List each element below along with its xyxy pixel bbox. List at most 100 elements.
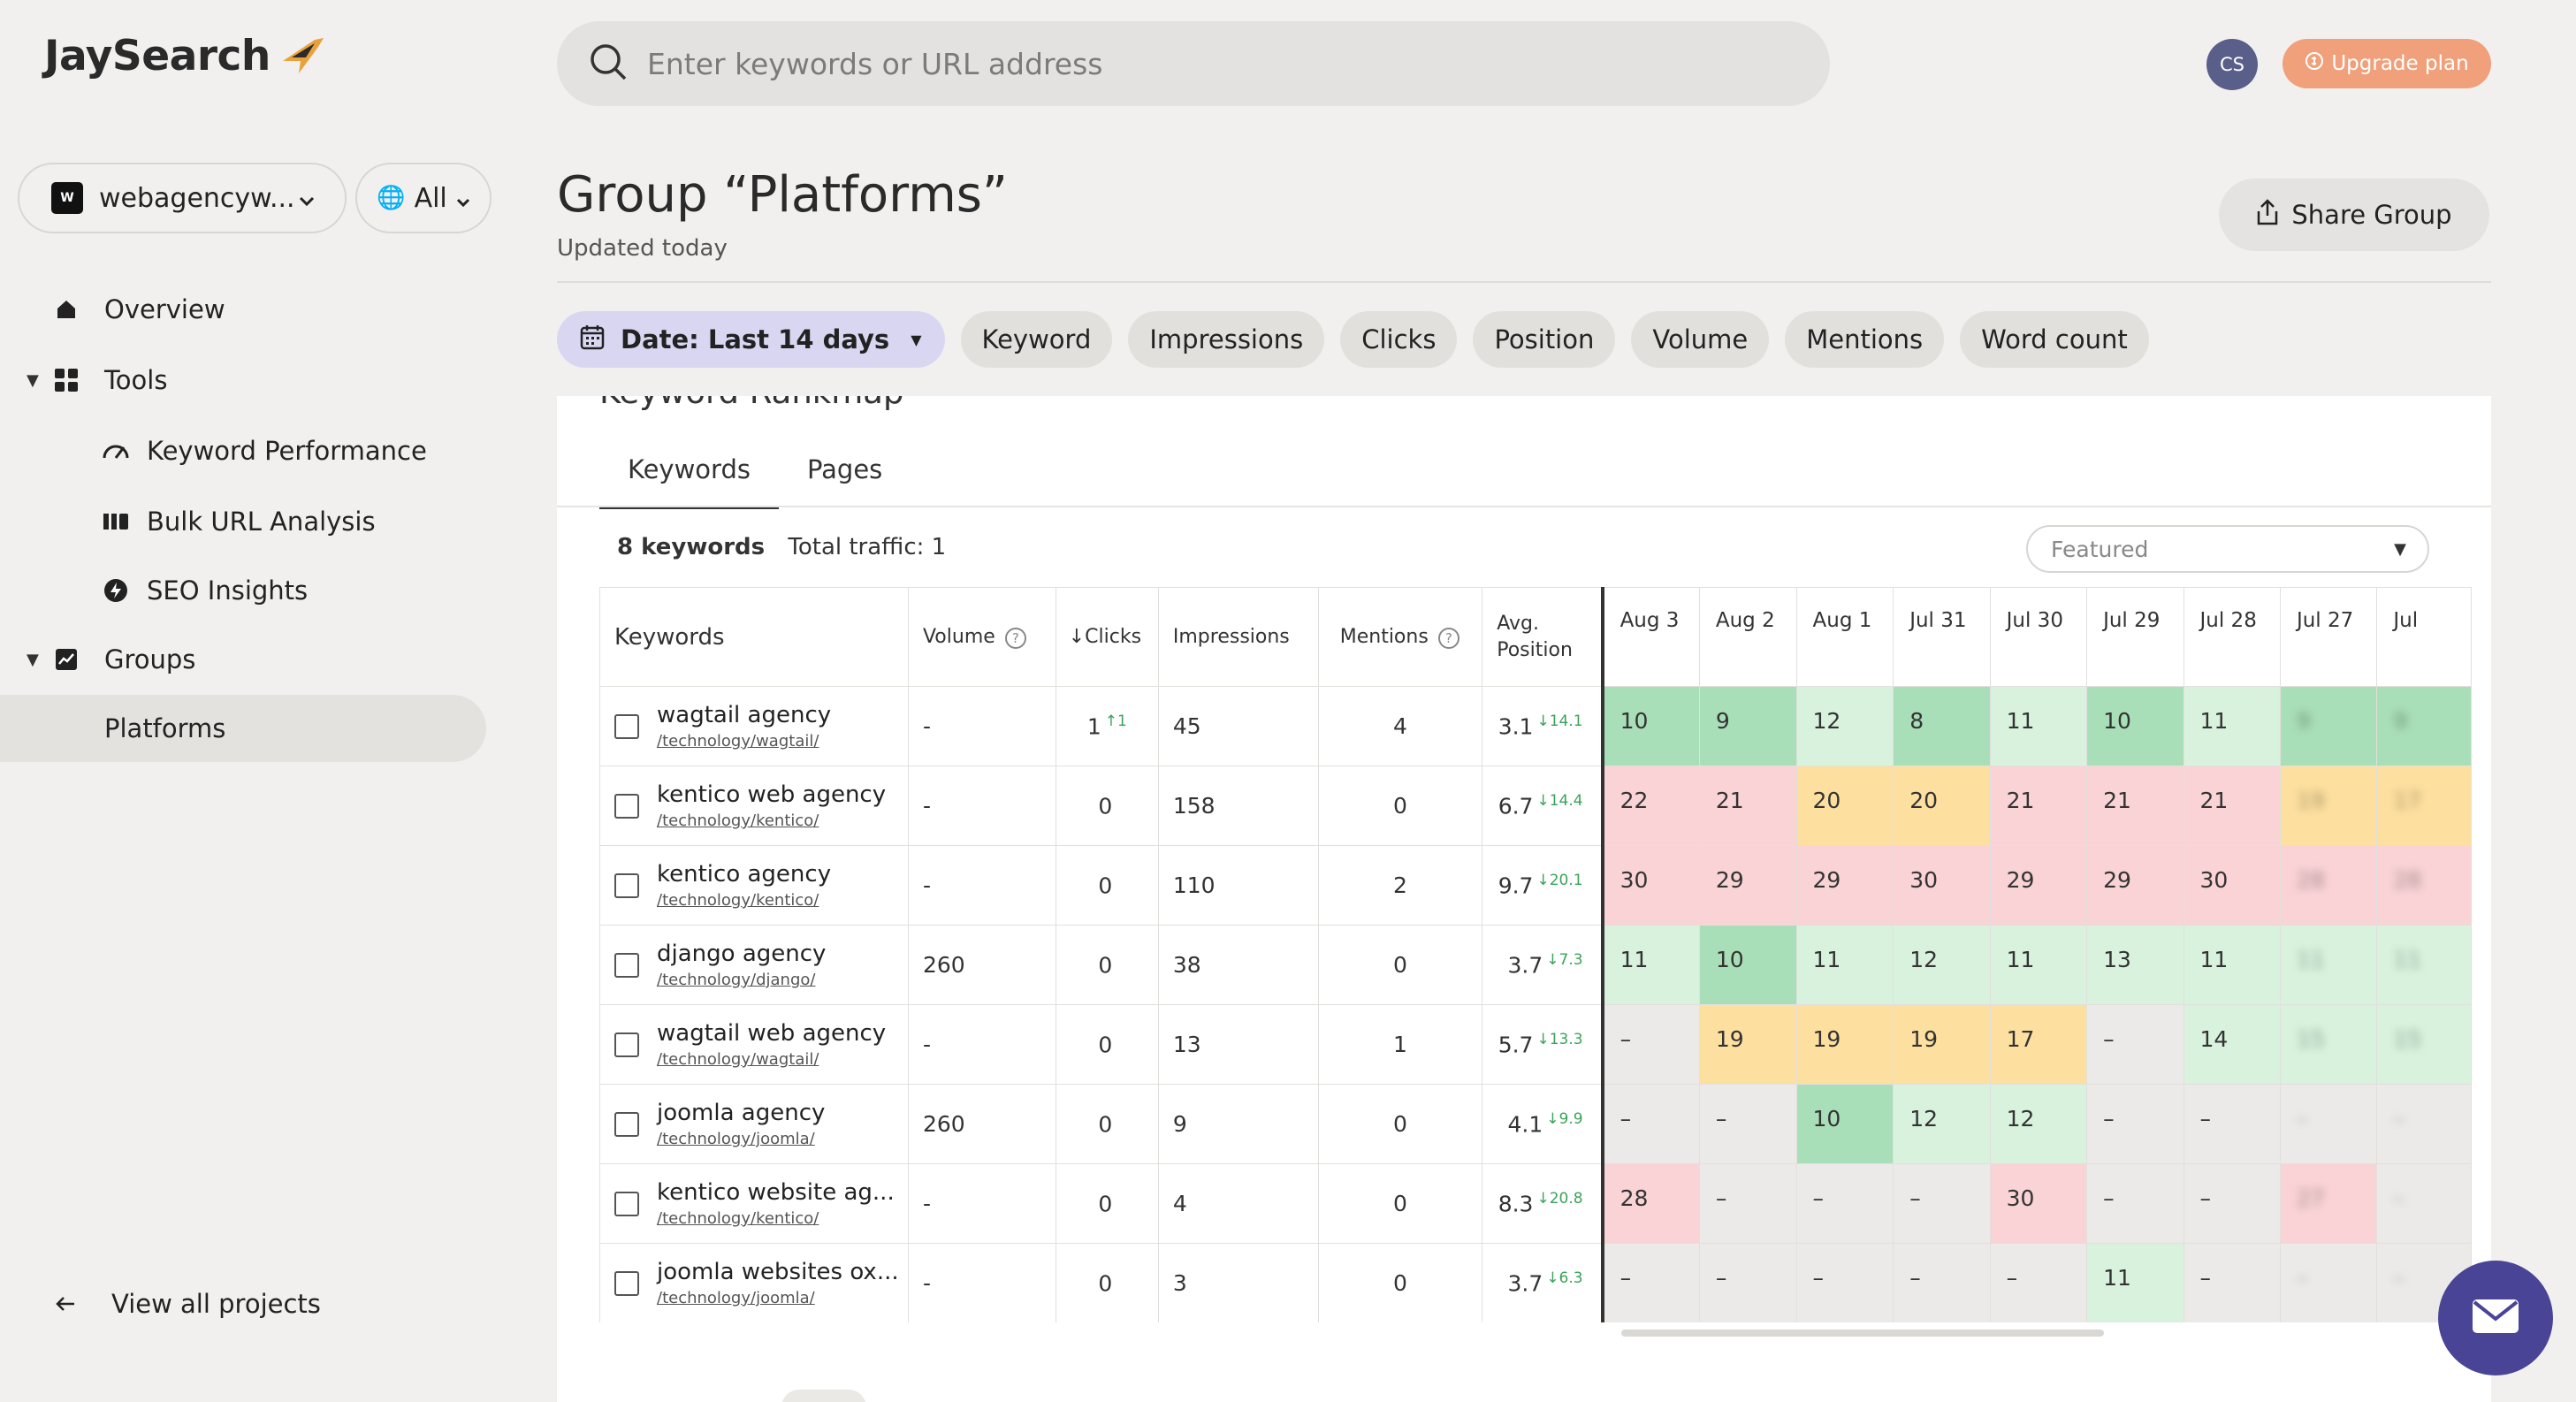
keyword-name[interactable]: kentico website ag... <box>657 1179 895 1206</box>
clicks-filter-chip[interactable]: Clicks <box>1340 311 1458 368</box>
rank-cell[interactable]: 19 <box>1698 1004 1797 1085</box>
rank-cell[interactable]: – <box>1795 1243 1894 1322</box>
rank-cell[interactable]: 11 <box>2183 686 2281 766</box>
row-checkbox[interactable] <box>614 1111 639 1137</box>
search-bar[interactable] <box>557 21 1830 106</box>
rank-cell[interactable]: 20 <box>1893 766 1991 846</box>
rank-cell[interactable]: 21 <box>1698 766 1797 846</box>
keyword-url-link[interactable]: /technology/wagtail/ <box>657 1050 886 1069</box>
row-checkbox[interactable] <box>614 713 639 739</box>
rank-cell[interactable]: 29 <box>1795 845 1894 926</box>
rank-cell[interactable]: 14 <box>2183 1004 2281 1085</box>
rank-cell[interactable]: 19 <box>2279 766 2378 846</box>
sidebar-item-bulk-url-analysis[interactable]: Bulk URL Analysis <box>0 488 486 555</box>
keyword-url-link[interactable]: /technology/kentico/ <box>657 1209 895 1228</box>
rank-cell[interactable]: 13 <box>2086 925 2184 1005</box>
rank-cell[interactable]: 12 <box>1989 1084 2088 1164</box>
rank-cell[interactable]: 17 <box>2376 766 2472 846</box>
horizontal-scrollbar[interactable] <box>1621 1330 2104 1337</box>
rank-cell[interactable]: 17 <box>1989 1004 2088 1085</box>
sidebar-item-groups[interactable]: ▼ Groups <box>0 626 486 693</box>
rank-cell[interactable]: – <box>2183 1163 2281 1244</box>
row-checkbox[interactable] <box>614 872 639 898</box>
keyword-url-link[interactable]: /technology/kentico/ <box>657 891 831 910</box>
keyword-url-link[interactable]: /technology/joomla/ <box>657 1130 825 1148</box>
rank-cell[interactable]: 11 <box>2279 925 2378 1005</box>
rank-cell[interactable]: 11 <box>1795 925 1894 1005</box>
tab-keywords[interactable]: Keywords <box>599 447 779 509</box>
table-row[interactable]: wagtail agency/technology/wagtail/-1 ↑1 45… <box>599 686 2472 766</box>
table-row[interactable]: joomla websites ox... /technology/joomla/… <box>599 1243 2472 1322</box>
rank-cell[interactable]: 28 <box>2376 845 2472 926</box>
rank-cell[interactable]: – <box>1600 1004 1700 1085</box>
rank-cell[interactable]: – <box>2279 1084 2378 1164</box>
volume-filter-chip[interactable]: Volume <box>1631 311 1770 368</box>
table-row[interactable]: django agency/technology/django/260 0 38 0 3… <box>599 925 2472 1005</box>
row-checkbox[interactable] <box>614 1191 639 1216</box>
rank-cell[interactable]: 12 <box>1893 925 1991 1005</box>
table-row[interactable]: kentico website ag... /technology/kentico… <box>599 1163 2472 1244</box>
rank-cell[interactable]: 15 <box>2279 1004 2378 1085</box>
row-checkbox[interactable] <box>614 1270 639 1296</box>
table-row[interactable]: kentico web agency/technology/kentico/-0… <box>599 766 2472 846</box>
tab-pages[interactable]: Pages <box>779 447 911 509</box>
share-group-button[interactable]: Share Group <box>2219 179 2489 251</box>
rank-cell[interactable]: 12 <box>1893 1084 1991 1164</box>
sidebar-item-keyword-performance[interactable]: Keyword Performance <box>0 417 486 484</box>
keywords-table-wrap[interactable]: Keywords Volume ? ↓Clicks Impressions Me… <box>599 587 2472 1322</box>
rank-cell[interactable]: 30 <box>1600 845 1700 926</box>
keyword-name[interactable]: kentico web agency <box>657 781 886 808</box>
col-volume[interactable]: Volume ? <box>907 587 1056 687</box>
rank-cell[interactable]: – <box>1698 1084 1797 1164</box>
sidebar-item-tools[interactable]: ▼ Tools <box>0 347 486 414</box>
rank-cell[interactable]: 27 <box>2279 1163 2378 1244</box>
rank-cell[interactable]: – <box>2376 1084 2472 1164</box>
rank-cell[interactable]: – <box>2086 1004 2184 1085</box>
rank-cell[interactable]: 20 <box>1795 766 1894 846</box>
table-row[interactable]: joomla agency/technology/joomla/260 0 9 0 4.… <box>599 1084 2472 1164</box>
rank-cell[interactable]: – <box>1698 1163 1797 1244</box>
rank-cell[interactable]: – <box>1795 1163 1894 1244</box>
rank-cell[interactable]: – <box>2086 1163 2184 1244</box>
rank-cell[interactable]: – <box>1600 1243 1700 1322</box>
rank-cell[interactable]: 21 <box>2086 766 2184 846</box>
rank-cell[interactable]: – <box>2183 1243 2281 1322</box>
keyword-name[interactable]: joomla agency <box>657 1100 825 1126</box>
avatar[interactable]: CS <box>2206 39 2258 90</box>
keyword-name[interactable]: django agency <box>657 941 826 967</box>
rank-cell[interactable]: 21 <box>2183 766 2281 846</box>
scope-select[interactable]: 🌐 All <box>355 163 492 233</box>
rank-cell[interactable]: 19 <box>1795 1004 1894 1085</box>
rank-cell[interactable]: 30 <box>1989 1163 2088 1244</box>
rank-cell[interactable]: – <box>1698 1243 1797 1322</box>
mentions-filter-chip[interactable]: Mentions <box>1785 311 1945 368</box>
rank-cell[interactable]: – <box>2086 1084 2184 1164</box>
rank-cell[interactable]: 10 <box>1795 1084 1894 1164</box>
keyword-url-link[interactable]: /technology/wagtail/ <box>657 732 831 751</box>
rank-cell[interactable]: 9 <box>1698 686 1797 766</box>
keyword-name[interactable]: joomla websites ox... <box>657 1259 899 1285</box>
rank-cell[interactable]: 11 <box>2183 925 2281 1005</box>
sidebar-item-platforms[interactable]: Platforms <box>0 695 486 762</box>
help-icon[interactable]: ? <box>1437 627 1459 649</box>
rank-cell[interactable]: 30 <box>2183 845 2281 926</box>
rank-cell[interactable]: 30 <box>1893 845 1991 926</box>
search-input[interactable] <box>647 46 1708 81</box>
rank-cell[interactable]: – <box>1600 1084 1700 1164</box>
rank-cell[interactable]: 29 <box>2086 845 2184 926</box>
keyword-name[interactable]: wagtail web agency <box>657 1020 886 1047</box>
rank-cell[interactable]: 11 <box>1989 925 2088 1005</box>
date-filter-chip[interactable]: Date: Last 14 days ▼ <box>557 311 945 368</box>
project-select[interactable]: W webagencyw... <box>18 163 347 233</box>
rank-cell[interactable]: 9 <box>2279 686 2378 766</box>
rank-cell[interactable]: 19 <box>1893 1004 1991 1085</box>
rank-cell[interactable]: – <box>1989 1243 2088 1322</box>
rank-cell[interactable]: 21 <box>1989 766 2088 846</box>
rank-cell[interactable]: 29 <box>1698 845 1797 926</box>
rank-cell[interactable]: 12 <box>1795 686 1894 766</box>
table-row[interactable]: wagtail web agency/technology/wagtail/-0… <box>599 1004 2472 1085</box>
position-filter-chip[interactable]: Position <box>1473 311 1616 368</box>
rank-cell[interactable]: 9 <box>2376 686 2472 766</box>
sort-select[interactable]: Featured ▼ <box>2026 525 2429 573</box>
rank-cell[interactable]: 8 <box>1893 686 1991 766</box>
